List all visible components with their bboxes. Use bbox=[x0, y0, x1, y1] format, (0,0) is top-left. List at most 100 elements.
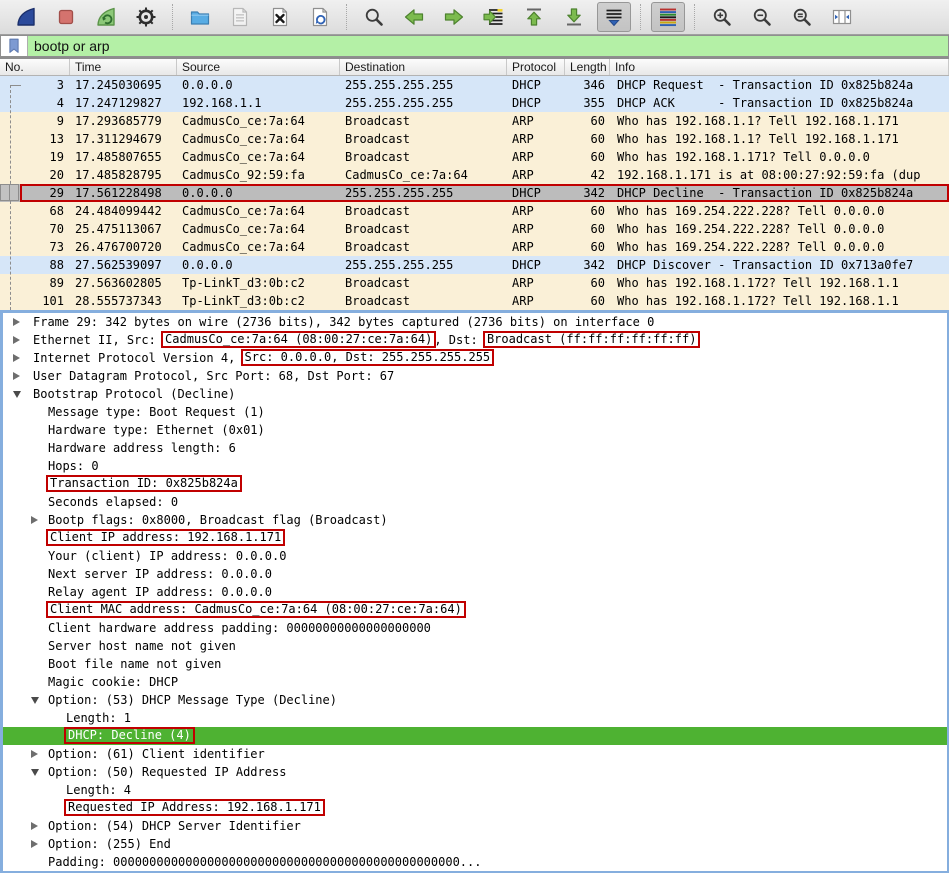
detail-line[interactable]: Server host name not given bbox=[3, 637, 947, 655]
chevron-right-icon[interactable] bbox=[31, 822, 38, 830]
chevron-right-icon[interactable] bbox=[13, 372, 20, 380]
go-previous-packet-button[interactable] bbox=[397, 2, 431, 32]
detail-line[interactable]: Relay agent IP address: 0.0.0.0 bbox=[3, 583, 947, 601]
detail-line[interactable]: User Datagram Protocol, Src Port: 68, Ds… bbox=[3, 367, 947, 385]
chevron-down-icon[interactable] bbox=[13, 391, 21, 398]
packet-row[interactable]: 4 17.247129827 192.168.1.1 255.255.255.255 D… bbox=[0, 94, 949, 112]
packet-time: 25.475113067 bbox=[75, 222, 162, 236]
detail-line[interactable]: Bootp flags: 0x8000, Broadcast flag (Bro… bbox=[3, 511, 947, 529]
packet-destination: Broadcast bbox=[345, 240, 411, 254]
chevron-right-icon[interactable] bbox=[31, 516, 38, 524]
restart-capture-button[interactable] bbox=[89, 2, 123, 32]
detail-line[interactable]: DHCP: Decline (4) bbox=[3, 727, 947, 745]
detail-line[interactable]: Length: 4 bbox=[3, 781, 947, 799]
stop-capture-button[interactable] bbox=[49, 2, 83, 32]
packet-details-pane: Frame 29: 342 bytes on wire (2736 bits),… bbox=[0, 310, 949, 873]
detail-line[interactable]: Padding: 0000000000000000000000000000000… bbox=[3, 853, 947, 871]
detail-line[interactable]: Client IP address: 192.168.1.171 bbox=[3, 529, 947, 547]
detail-line[interactable]: Transaction ID: 0x825b824a bbox=[3, 475, 947, 493]
detail-line[interactable]: Message type: Boot Request (1) bbox=[3, 403, 947, 421]
detail-line[interactable]: Internet Protocol Version 4, Src: 0.0.0.… bbox=[3, 349, 947, 367]
column-header-no[interactable]: No. bbox=[0, 59, 70, 75]
packet-protocol: ARP bbox=[512, 132, 534, 146]
packet-length: 60 bbox=[590, 294, 605, 308]
zoom-out-button[interactable] bbox=[745, 2, 779, 32]
colorize-packets-button[interactable] bbox=[651, 2, 685, 32]
folder-icon bbox=[190, 11, 210, 25]
packet-info: Who has 192.168.1.172? Tell 192.168.1.1 bbox=[617, 294, 899, 308]
column-header-length[interactable]: Length bbox=[565, 59, 610, 75]
column-header-source[interactable]: Source bbox=[177, 59, 340, 75]
column-header-protocol[interactable]: Protocol bbox=[507, 59, 565, 75]
detail-text: Hardware type: Ethernet (0x01) bbox=[48, 421, 265, 439]
detail-line[interactable]: Client hardware address padding: 0000000… bbox=[3, 619, 947, 637]
packet-row[interactable]: 88 27.562539097 0.0.0.0 255.255.255.255 DHCP… bbox=[0, 256, 949, 274]
detail-line[interactable]: Option: (61) Client identifier bbox=[3, 745, 947, 763]
reload-doc-icon bbox=[312, 7, 328, 27]
packet-row[interactable]: 89 27.563602805 Tp-LinkT_d3:0b:c2 Broadcast… bbox=[0, 274, 949, 292]
auto-scroll-button[interactable] bbox=[597, 2, 631, 32]
column-header-destination[interactable]: Destination bbox=[340, 59, 507, 75]
detail-line[interactable]: Ethernet II, Src: CadmusCo_ce:7a:64 (08:… bbox=[3, 331, 947, 349]
detail-line[interactable]: Length: 1 bbox=[3, 709, 947, 727]
column-header-info[interactable]: Info bbox=[610, 59, 949, 75]
display-filter-input[interactable] bbox=[28, 36, 948, 56]
column-header-time[interactable]: Time bbox=[70, 59, 177, 75]
packet-time: 26.476700720 bbox=[75, 240, 162, 254]
packet-row[interactable]: 19 17.485807655 CadmusCo_ce:7a:64 Broadcast… bbox=[0, 148, 949, 166]
packet-row[interactable]: 101 28.555737343 Tp-LinkT_d3:0b:c2 Broadcas… bbox=[0, 292, 949, 310]
packet-row[interactable]: 70 25.475113067 CadmusCo_ce:7a:64 Broadcast… bbox=[0, 220, 949, 238]
packet-list: 3 17.245030695 0.0.0.0 255.255.255.255 DHCP 3… bbox=[0, 76, 949, 310]
filter-bookmark-button[interactable] bbox=[1, 36, 28, 56]
packet-row[interactable]: 20 17.485828795 CadmusCo_92:59:fa CadmusCo_… bbox=[0, 166, 949, 184]
chevron-right-icon[interactable] bbox=[13, 318, 20, 326]
find-packet-button[interactable] bbox=[357, 2, 391, 32]
detail-line[interactable]: Requested IP Address: 192.168.1.171 bbox=[3, 799, 947, 817]
detail-line[interactable]: Option: (54) DHCP Server Identifier bbox=[3, 817, 947, 835]
chevron-right-icon[interactable] bbox=[31, 840, 38, 848]
start-capture-button[interactable] bbox=[9, 2, 43, 32]
go-last-packet-button[interactable] bbox=[557, 2, 591, 32]
zoom-in-button[interactable] bbox=[705, 2, 739, 32]
packet-row[interactable]: 13 17.311294679 CadmusCo_ce:7a:64 Broadcast… bbox=[0, 130, 949, 148]
go-first-packet-button[interactable] bbox=[517, 2, 551, 32]
detail-text-part: Length: 1 bbox=[66, 711, 132, 725]
detail-text-part: Relay agent IP address: 0.0.0.0 bbox=[48, 585, 272, 599]
detail-line[interactable]: Hardware address length: 6 bbox=[3, 439, 947, 457]
detail-line[interactable]: Frame 29: 342 bytes on wire (2736 bits),… bbox=[3, 313, 947, 331]
detail-line[interactable]: Magic cookie: DHCP bbox=[3, 673, 947, 691]
detail-line[interactable]: Option: (53) DHCP Message Type (Decline) bbox=[3, 691, 947, 709]
chevron-down-icon[interactable] bbox=[31, 769, 39, 776]
packet-row[interactable]: 3 17.245030695 0.0.0.0 255.255.255.255 DHCP 3… bbox=[0, 76, 949, 94]
zoom-reset-button[interactable] bbox=[785, 2, 819, 32]
detail-line[interactable]: Seconds elapsed: 0 bbox=[3, 493, 947, 511]
chevron-right-icon[interactable] bbox=[31, 750, 38, 758]
chevron-right-icon[interactable] bbox=[13, 336, 20, 344]
reload-file-button[interactable] bbox=[303, 2, 337, 32]
detail-line[interactable]: Boot file name not given bbox=[3, 655, 947, 673]
detail-line[interactable]: Your (client) IP address: 0.0.0.0 bbox=[3, 547, 947, 565]
open-file-button[interactable] bbox=[183, 2, 217, 32]
detail-text-part: Bootp flags: 0x8000, Broadcast flag (Bro… bbox=[48, 513, 388, 527]
packet-destination: 255.255.255.255 bbox=[345, 96, 454, 110]
packet-row[interactable]: 29 17.561228498 0.0.0.0 255.255.255.255 DHCP… bbox=[0, 184, 949, 202]
packet-row[interactable]: 68 24.484099442 CadmusCo_ce:7a:64 Broadcast… bbox=[0, 202, 949, 220]
chevron-down-icon[interactable] bbox=[31, 697, 39, 704]
resize-columns-button[interactable] bbox=[825, 2, 859, 32]
arrow-down-line-icon bbox=[567, 8, 581, 26]
packet-row[interactable]: 73 26.476700720 CadmusCo_ce:7a:64 Broadcast… bbox=[0, 238, 949, 256]
detail-line[interactable]: Bootstrap Protocol (Decline) bbox=[3, 385, 947, 403]
detail-text-part: Hardware type: Ethernet (0x01) bbox=[48, 423, 265, 437]
close-file-button[interactable] bbox=[263, 2, 297, 32]
capture-options-button[interactable] bbox=[129, 2, 163, 32]
detail-line[interactable]: Next server IP address: 0.0.0.0 bbox=[3, 565, 947, 583]
chevron-right-icon[interactable] bbox=[13, 354, 20, 362]
detail-line[interactable]: Option: (255) End bbox=[3, 835, 947, 853]
detail-line[interactable]: Client MAC address: CadmusCo_ce:7a:64 (0… bbox=[3, 601, 947, 619]
go-next-packet-button[interactable] bbox=[437, 2, 471, 32]
detail-line[interactable]: Hops: 0 bbox=[3, 457, 947, 475]
detail-line[interactable]: Option: (50) Requested IP Address bbox=[3, 763, 947, 781]
go-to-packet-button[interactable] bbox=[477, 2, 511, 32]
detail-line[interactable]: Hardware type: Ethernet (0x01) bbox=[3, 421, 947, 439]
packet-row[interactable]: 9 17.293685779 CadmusCo_ce:7a:64 Broadcast A… bbox=[0, 112, 949, 130]
